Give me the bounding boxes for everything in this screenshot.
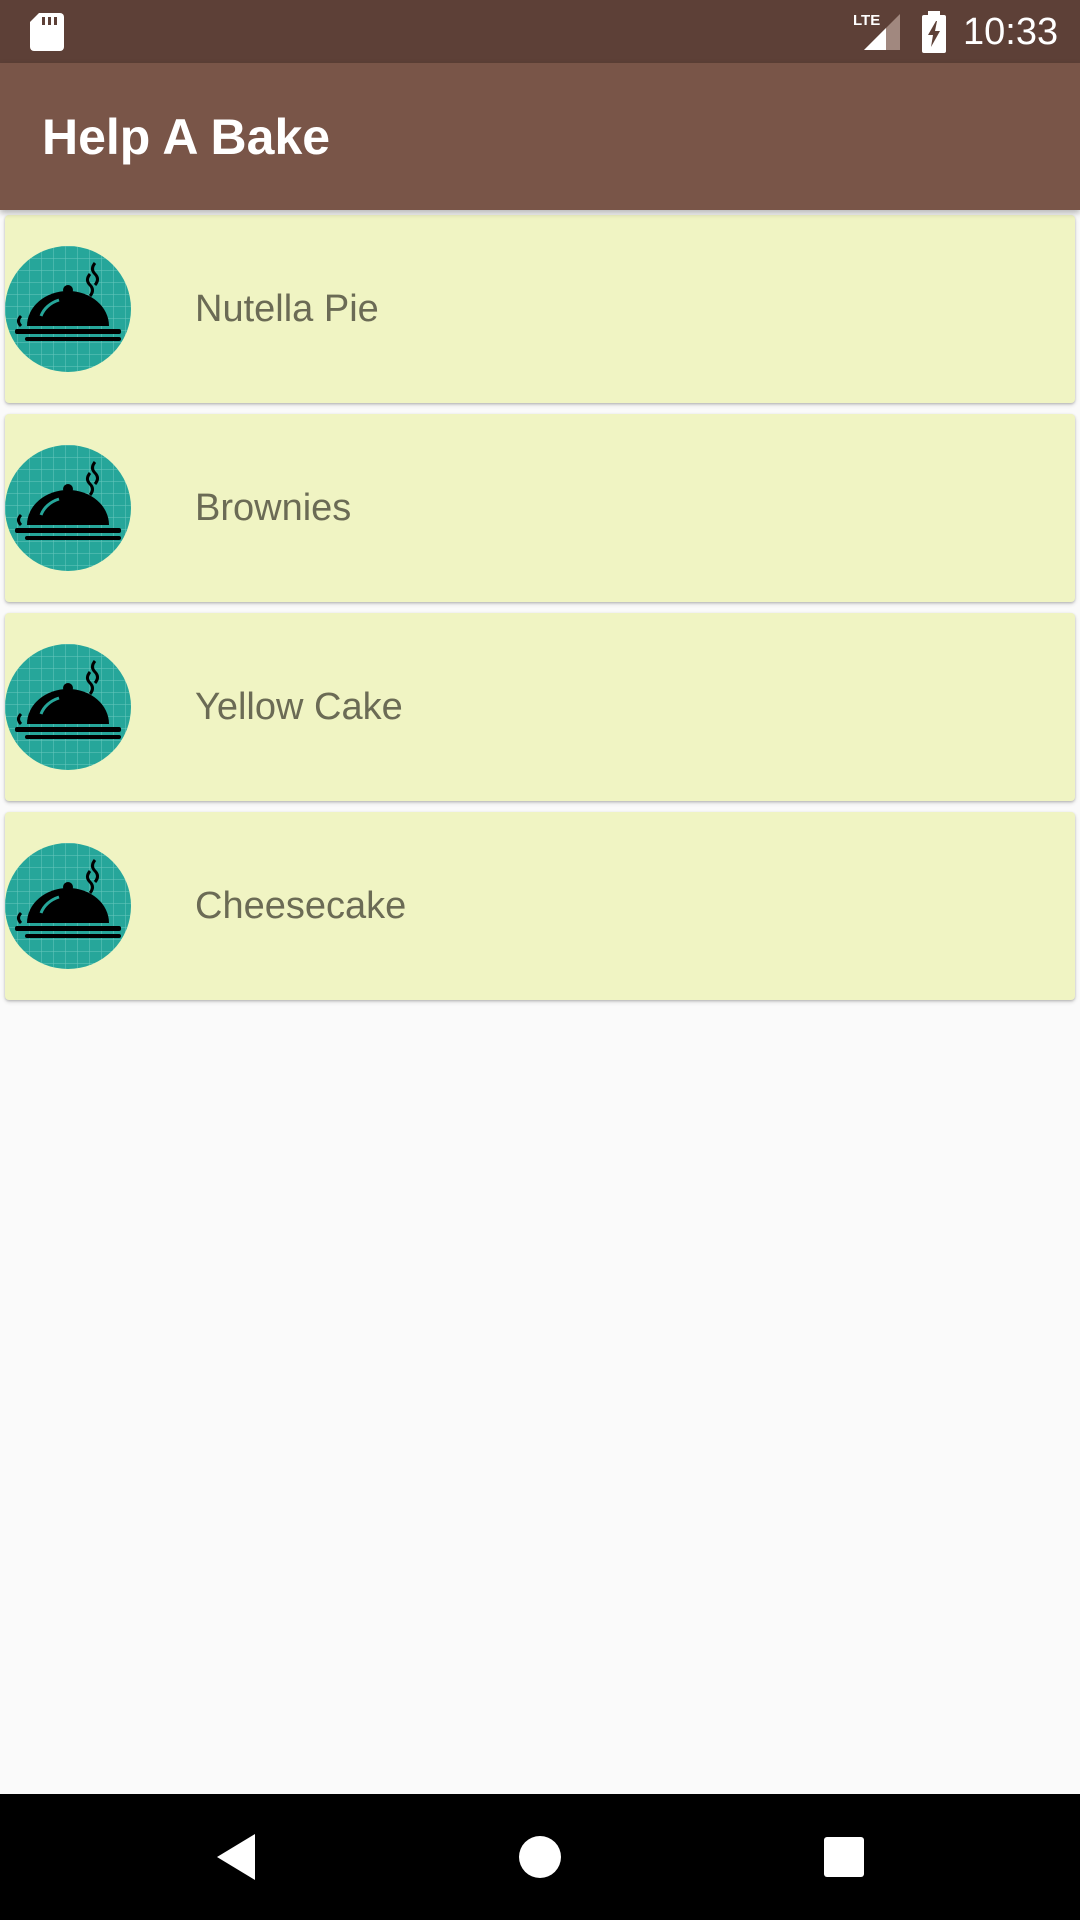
network-label: LTE — [853, 12, 880, 29]
recipe-card-nutella-pie[interactable]: Nutella Pie — [5, 215, 1075, 403]
navigation-bar — [0, 1794, 1080, 1920]
serving-cloche-icon — [5, 246, 131, 372]
recipe-card-brownies[interactable]: Brownies — [5, 414, 1075, 602]
sd-card-icon — [30, 13, 64, 51]
status-clock: 10:33 — [963, 11, 1059, 53]
app-bar: Help A Bake — [0, 63, 1080, 210]
recipe-name: Nutella Pie — [195, 288, 379, 330]
recipe-card-cheesecake[interactable]: Cheesecake — [5, 812, 1075, 1000]
lte-signal-icon: LTE — [853, 12, 900, 50]
app-title: Help A Bake — [42, 109, 331, 165]
recipe-name: Yellow Cake — [195, 686, 403, 728]
recipe-card-yellow-cake[interactable]: Yellow Cake — [5, 613, 1075, 801]
recipe-name: Brownies — [195, 487, 352, 529]
status-bar: LTE 10:33 — [0, 0, 1080, 63]
recents-icon[interactable] — [809, 1822, 879, 1892]
serving-cloche-icon — [5, 843, 131, 969]
serving-cloche-icon — [5, 644, 131, 770]
battery-charging-icon — [922, 11, 946, 53]
recipe-name: Cheesecake — [195, 885, 407, 927]
serving-cloche-icon — [5, 445, 131, 571]
back-icon[interactable] — [201, 1822, 271, 1892]
home-icon[interactable] — [505, 1822, 575, 1892]
